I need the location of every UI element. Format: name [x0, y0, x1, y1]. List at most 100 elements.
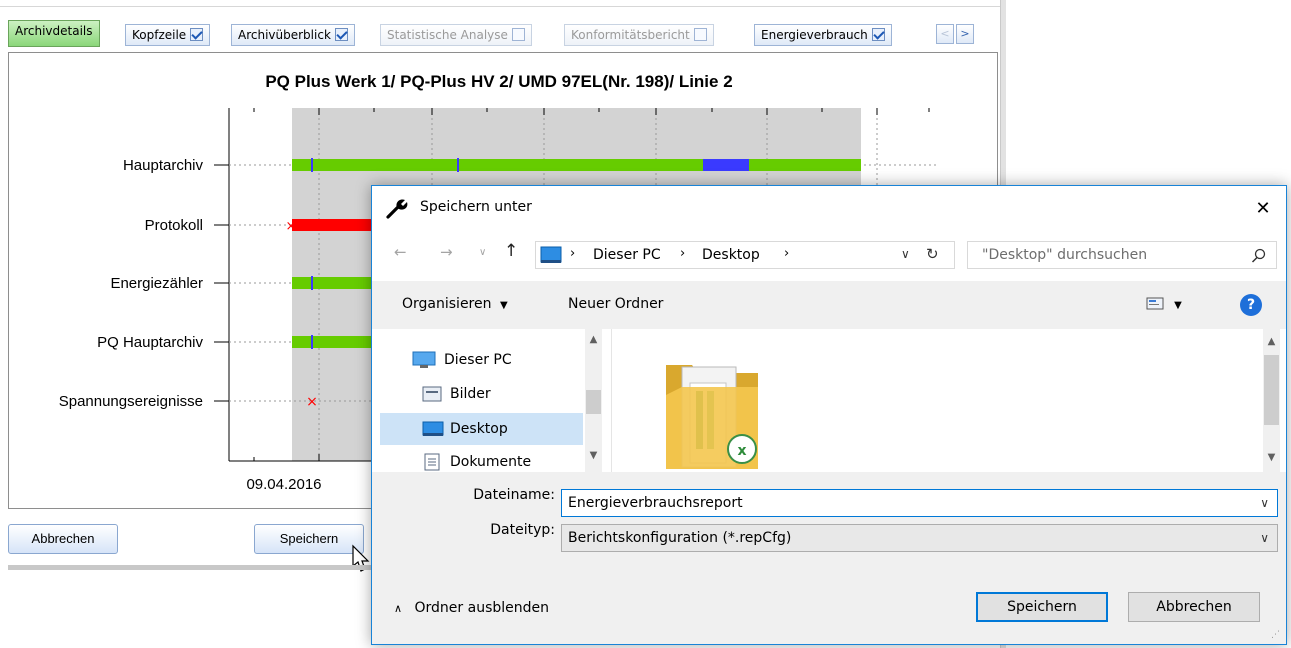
wrench-icon	[386, 199, 408, 219]
refresh-icon[interactable]: ↻	[926, 245, 939, 263]
nav-item-dieser-pc[interactable]: Dieser PC	[380, 344, 585, 376]
search-placeholder: "Desktop" durchsuchen	[982, 247, 1148, 263]
nav-item-desktop[interactable]: Desktop	[380, 413, 583, 445]
tab-archivueberblick[interactable]: Archivüberblick	[231, 24, 355, 46]
x-tick-label: 09.04.2016	[246, 476, 321, 493]
documents-icon	[424, 453, 440, 471]
y-category-label: Energiezähler	[110, 275, 203, 292]
dialog-title: Speichern unter	[420, 199, 532, 215]
address-bar[interactable]: › Dieser PC › Desktop › ∨ ↻	[535, 241, 955, 269]
tab-statistische-analyse[interactable]: Statistische Analyse	[380, 24, 532, 46]
back-arrow-icon[interactable]: ←	[394, 243, 407, 261]
up-arrow-icon[interactable]: ↑	[504, 241, 518, 261]
close-button[interactable]: ✕	[1240, 186, 1286, 231]
tab-konformitaetsbericht-checkbox[interactable]	[693, 28, 707, 41]
app-top-divider	[0, 6, 1000, 7]
save-button-label: Speichern	[279, 531, 339, 546]
svg-text:x: x	[737, 443, 746, 459]
dialog-cancel-label: Abbrechen	[1156, 599, 1232, 615]
cancel-button-label: Abbrechen	[31, 531, 95, 546]
view-icon	[1146, 297, 1164, 310]
chevron-up-icon: ∧	[394, 602, 403, 615]
desktop-icon	[422, 421, 444, 436]
archive-marker	[457, 158, 459, 172]
tab-label: Kopfzeile	[132, 28, 187, 42]
tab-energieverbrauch-checkbox[interactable]	[871, 28, 885, 41]
nav-item-label: Dokumente	[450, 454, 532, 470]
hide-folders-toggle[interactable]: ∧ Ordner ausblenden	[394, 600, 549, 616]
dialog-titlebar[interactable]: Speichern unter ✕	[372, 186, 1286, 231]
report-tabbar: Archivdetails Kopfzeile Archivüberblick …	[8, 20, 998, 50]
scroll-down-icon[interactable]: ▼	[1263, 449, 1280, 466]
breadcrumb-separator[interactable]: ›	[784, 246, 789, 261]
address-history-chevron-icon[interactable]: ∨	[901, 247, 910, 261]
pictures-icon	[422, 386, 442, 402]
y-category-label: Protokoll	[145, 217, 203, 234]
help-icon: ?	[1246, 297, 1256, 313]
save-button[interactable]: Speichern	[254, 524, 364, 554]
filetype-value: Berichtskonfiguration (*.repCfg)	[568, 530, 792, 546]
breadcrumb-dieser-pc[interactable]: Dieser PC	[593, 247, 661, 263]
breadcrumb-separator: ›	[680, 246, 686, 261]
y-category-label: Hauptarchiv	[123, 157, 204, 174]
nav-item-label: Dieser PC	[444, 352, 512, 368]
folder-icon[interactable]: x	[662, 347, 762, 472]
protocol-start-marker: ×	[286, 219, 297, 234]
desktop-icon	[540, 246, 562, 263]
new-folder-button[interactable]: Neuer Ordner	[568, 296, 663, 312]
archive-gap-bar	[703, 159, 749, 171]
filename-history-chevron-icon[interactable]: ∨	[1260, 490, 1269, 516]
nav-item-bilder[interactable]: Bilder	[380, 378, 585, 410]
save-form: Dateiname: Energieverbrauchsreport ∨ Dat…	[372, 472, 1286, 644]
nav-item-label: Bilder	[450, 386, 491, 402]
dialog-save-button[interactable]: Speichern	[976, 592, 1108, 622]
breadcrumb-desktop[interactable]: Desktop	[702, 247, 760, 263]
tab-kopfzeile-checkbox[interactable]	[190, 28, 204, 41]
filetype-select[interactable]: Berichtskonfiguration (*.repCfg) ∨	[561, 524, 1278, 552]
help-button[interactable]: ?	[1240, 294, 1262, 316]
y-category-label: PQ Hauptarchiv	[97, 334, 203, 351]
dialog-cancel-button[interactable]: Abbrechen	[1128, 592, 1260, 622]
computer-icon	[412, 351, 436, 368]
tab-statistische-analyse-checkbox[interactable]	[511, 28, 525, 41]
chevron-left-icon: <	[940, 27, 950, 40]
tab-archivueberblick-checkbox[interactable]	[334, 28, 348, 41]
cancel-button[interactable]: Abbrechen	[8, 524, 118, 554]
tab-energieverbrauch[interactable]: Energieverbrauch	[754, 24, 892, 46]
chevron-down-icon: ∨	[1260, 531, 1269, 545]
scrollbar-thumb[interactable]	[1264, 355, 1279, 425]
search-field[interactable]: "Desktop" durchsuchen	[967, 241, 1277, 269]
tab-scroll-left-button[interactable]: <	[936, 24, 954, 44]
organize-label: Organisieren	[402, 296, 492, 312]
recent-locations-chevron-icon[interactable]: ∨	[479, 247, 486, 258]
navigation-pane: Dieser PC Bilder Desktop Dokumente ▲ ▼	[380, 329, 609, 472]
search-icon[interactable]	[1251, 248, 1267, 264]
new-folder-label: Neuer Ordner	[568, 296, 664, 312]
dialog-browser-area: Dieser PC Bilder Desktop Dokumente ▲ ▼ x…	[372, 329, 1286, 472]
scroll-up-icon[interactable]: ▲	[1263, 333, 1280, 350]
energy-counter-marker	[311, 276, 313, 290]
tab-archivdetails[interactable]: Archivdetails	[8, 20, 100, 47]
breadcrumb-separator: ›	[570, 246, 576, 261]
archive-bar	[292, 159, 861, 171]
file-list-scrollbar[interactable]: ▲ ▼	[1263, 329, 1280, 472]
scroll-down-icon[interactable]: ▼	[585, 447, 602, 464]
navigation-pane-scrollbar[interactable]: ▲ ▼	[585, 329, 602, 472]
hide-folders-label: Ordner ausblenden	[414, 600, 550, 616]
tab-scroll-right-button[interactable]: >	[956, 24, 974, 44]
filename-field[interactable]: Energieverbrauchsreport ∨	[561, 489, 1278, 517]
tab-kopfzeile[interactable]: Kopfzeile	[125, 24, 211, 46]
tab-label: Statistische Analyse	[387, 28, 508, 42]
filename-value: Energieverbrauchsreport	[568, 495, 743, 511]
resize-grip-icon[interactable]: ⋰	[1271, 630, 1280, 640]
nav-item-dokumente[interactable]: Dokumente	[380, 446, 585, 472]
view-options-button[interactable]: ▼	[1146, 296, 1182, 312]
dialog-toolbar: Organisieren ▼ Neuer Ordner ▼ ?	[372, 281, 1286, 329]
pq-archive-marker	[311, 335, 313, 349]
tab-konformitaetsbericht[interactable]: Konformitätsbericht	[564, 24, 714, 46]
scrollbar-thumb[interactable]	[586, 390, 601, 414]
scroll-up-icon[interactable]: ▲	[585, 331, 602, 348]
chevron-down-icon: ▼	[499, 300, 508, 311]
forward-arrow-icon[interactable]: →	[440, 243, 453, 261]
organize-menu-button[interactable]: Organisieren ▼	[402, 296, 508, 312]
